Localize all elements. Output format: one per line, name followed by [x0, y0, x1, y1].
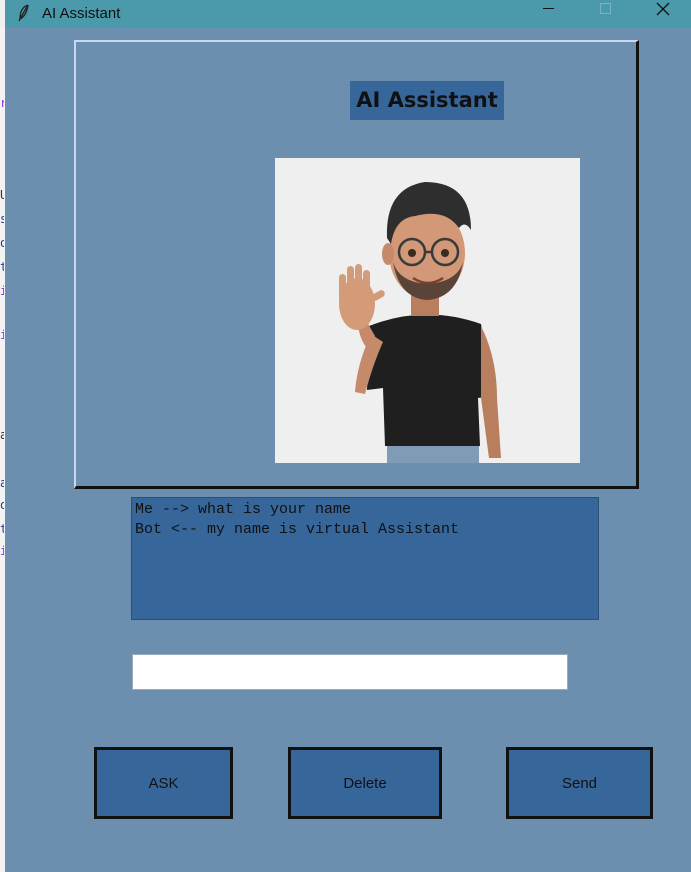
client-area: AI Assistant Me --> what is your name Bo…	[5, 28, 691, 872]
app-window: AI Assistant AI Assistant Me --> what is…	[5, 0, 691, 872]
chat-line-user: Me --> what is your name	[135, 501, 352, 518]
avatar-waving-image	[275, 158, 580, 463]
minimize-icon	[543, 8, 554, 9]
close-button[interactable]	[639, 0, 685, 28]
chat-line-bot: Bot <-- my name is virtual Assistant	[135, 521, 460, 538]
chat-log[interactable]: Me --> what is your name Bot <-- my name …	[131, 497, 599, 620]
feather-icon	[18, 4, 29, 22]
title-bar[interactable]: AI Assistant	[5, 0, 691, 28]
maximize-button[interactable]	[582, 0, 628, 28]
maximize-icon	[600, 3, 611, 14]
avatar-image	[275, 158, 580, 463]
send-button[interactable]: Send	[506, 747, 653, 819]
question-input[interactable]	[132, 654, 568, 690]
header-frame: AI Assistant	[74, 40, 639, 489]
close-icon	[656, 2, 670, 16]
minimize-button[interactable]	[525, 0, 571, 28]
window-title: AI Assistant	[42, 5, 121, 22]
delete-button[interactable]: Delete	[288, 747, 442, 819]
app-heading: AI Assistant	[350, 81, 504, 120]
ask-button[interactable]: ASK	[94, 747, 233, 819]
